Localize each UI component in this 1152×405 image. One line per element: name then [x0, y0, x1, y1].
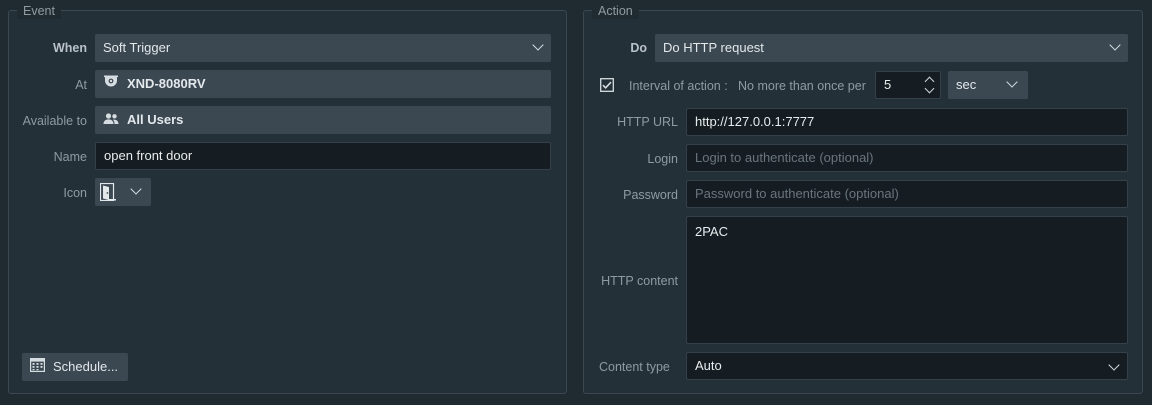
interval-label: Interval of action :: [629, 79, 728, 93]
name-value: open front door: [104, 148, 193, 163]
available-to-field[interactable]: All Users: [95, 106, 551, 134]
password-label: Password: [623, 188, 678, 202]
at-device-field[interactable]: XND-8080RV: [95, 70, 551, 98]
calendar-icon: [30, 354, 46, 382]
http-content-textarea[interactable]: 2PAC: [686, 216, 1128, 344]
chevron-down-icon: [532, 39, 544, 51]
interval-unit-select[interactable]: sec: [948, 71, 1028, 99]
chevron-down-icon[interactable]: [924, 83, 935, 94]
schedule-label: Schedule...: [53, 359, 119, 374]
login-input[interactable]: Login to authenticate (optional): [686, 144, 1128, 172]
content-type-label: Content type: [599, 360, 670, 374]
when-label: When: [52, 41, 87, 55]
do-select[interactable]: Do HTTP request: [655, 34, 1128, 62]
when-value: Soft Trigger: [103, 40, 171, 55]
at-device-value: XND-8080RV: [127, 76, 206, 91]
password-placeholder: Password to authenticate (optional): [695, 186, 899, 201]
chevron-down-icon: [1108, 359, 1120, 371]
available-to-value: All Users: [127, 112, 184, 127]
chevron-down-icon: [130, 183, 142, 195]
chevron-down-icon: [1006, 76, 1018, 88]
name-input[interactable]: open front door: [95, 142, 551, 170]
interval-prefix: No more than once per: [738, 79, 866, 93]
http-content-label: HTTP content: [601, 274, 678, 288]
content-type-value: Auto: [695, 358, 722, 373]
door-icon: [99, 182, 116, 206]
http-content-value: 2PAC: [695, 224, 728, 239]
event-panel: Event: [8, 3, 567, 394]
chevron-down-icon: [1109, 39, 1121, 51]
content-type-select[interactable]: Auto: [686, 352, 1128, 380]
interval-stepper[interactable]: 5: [875, 71, 941, 99]
password-input[interactable]: Password to authenticate (optional): [686, 180, 1128, 208]
login-label: Login: [647, 152, 678, 166]
url-value: http://127.0.0.1:7777: [695, 114, 815, 129]
interval-value: 5: [884, 77, 892, 92]
icon-select[interactable]: [95, 178, 151, 206]
name-label: Name: [53, 150, 87, 164]
at-label: At: [75, 78, 87, 92]
interval-unit-value: sec: [956, 77, 977, 92]
users-icon: [103, 107, 119, 134]
checkbox-icon: [600, 78, 614, 92]
do-value: Do HTTP request: [663, 40, 764, 55]
camera-icon: [103, 71, 119, 98]
event-panel-title: Event: [17, 3, 61, 19]
url-input[interactable]: http://127.0.0.1:7777: [686, 108, 1128, 136]
url-label: HTTP URL: [617, 115, 678, 129]
schedule-button[interactable]: Schedule...: [22, 353, 129, 382]
action-panel-title: Action: [592, 3, 639, 19]
icon-label: Icon: [63, 186, 87, 200]
login-placeholder: Login to authenticate (optional): [695, 150, 874, 165]
do-label: Do: [630, 41, 647, 55]
available-to-label: Available to: [22, 114, 87, 128]
when-select[interactable]: Soft Trigger: [95, 34, 551, 62]
interval-checkbox[interactable]: [600, 78, 614, 92]
